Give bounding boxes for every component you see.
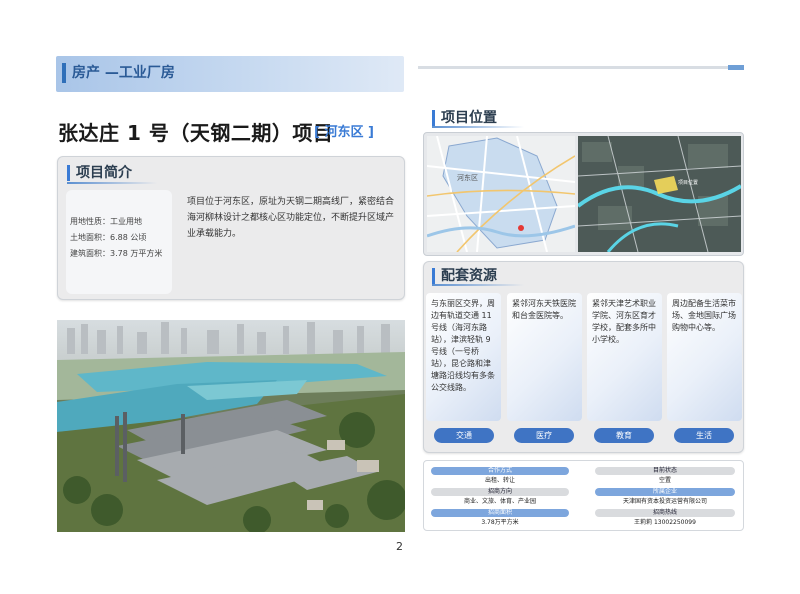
project-title: 张达庄 1 号（天钢二期）项目 [58,121,334,145]
hotline-label: 招商热线 [595,509,735,517]
banner-accent-bar [62,63,66,83]
resources-heading: 配套资源 [432,268,497,284]
header-rule-accent [728,65,744,70]
header-rule [418,66,744,69]
medical-button[interactable]: 医疗 [514,428,574,443]
spec-box: 用地性质：工业用地 土地面积：6.88 公顷 建筑面积：3.78 万平方米 [66,190,172,294]
transport-button[interactable]: 交通 [434,428,494,443]
resource-card-education: 紧邻天津艺术职业学院、河东区育才学校，配套多所中小学校。 [587,293,662,421]
map-district-label: 河东区 [457,173,478,182]
resource-card-living: 周边配备生活菜市场、金地国际广场购物中心等。 [667,293,742,421]
owner-label: 所属企业 [595,488,735,496]
hotline-value: 王莉莉 13002250099 [634,519,696,526]
resource-card-transport: 与东丽区交界，周边有轨道交通 11 号线（海河东路站），津滨轻轨 9 号线（一号… [426,293,501,421]
direction-value: 商业、文旅、体育、产业园 [463,498,536,505]
owner-value: 天津国有资本投资运营有限公司 [622,498,707,505]
intro-heading: 项目简介 [67,165,132,181]
spec-land-area: 土地面积：6.88 公顷 [70,233,147,242]
satellite-map: 项目位置 [578,136,741,252]
living-button[interactable]: 生活 [674,428,734,443]
status-label: 目前状态 [595,467,735,475]
resource-card-medical: 紧邻河东天铁医院和台金医院等。 [507,293,582,421]
aerial-site-photo [57,320,405,532]
cooperation-value: 出租、转让 [484,477,515,484]
page-number: 2 [396,540,403,553]
intro-heading-underline [67,182,157,184]
category-label: 房产 —工业厂房 [72,65,175,81]
spec-land-use: 用地性质：工业用地 [70,217,142,226]
area-label: 招商面积 [431,509,569,517]
district-map: 河东区 [427,136,575,252]
cooperation-label: 合作方式 [431,467,569,475]
spec-floor-area: 建筑面积：3.78 万平方米 [70,249,163,258]
education-button[interactable]: 教育 [594,428,654,443]
intro-description: 项目位于河东区，原址为天钢二期高线厂，紧密结合海河柳林设计之都核心区功能定位，不… [187,197,395,239]
direction-label: 招商方向 [431,488,569,496]
location-heading: 项目位置 [432,110,497,126]
satellite-site-label: 项目位置 [678,179,698,186]
status-value: 空置 [658,477,671,484]
district-tag: [ 河东区 ] [314,125,374,140]
area-value: 3.78万平方米 [481,519,519,526]
location-heading-underline [432,126,524,128]
resources-heading-underline [432,284,524,286]
